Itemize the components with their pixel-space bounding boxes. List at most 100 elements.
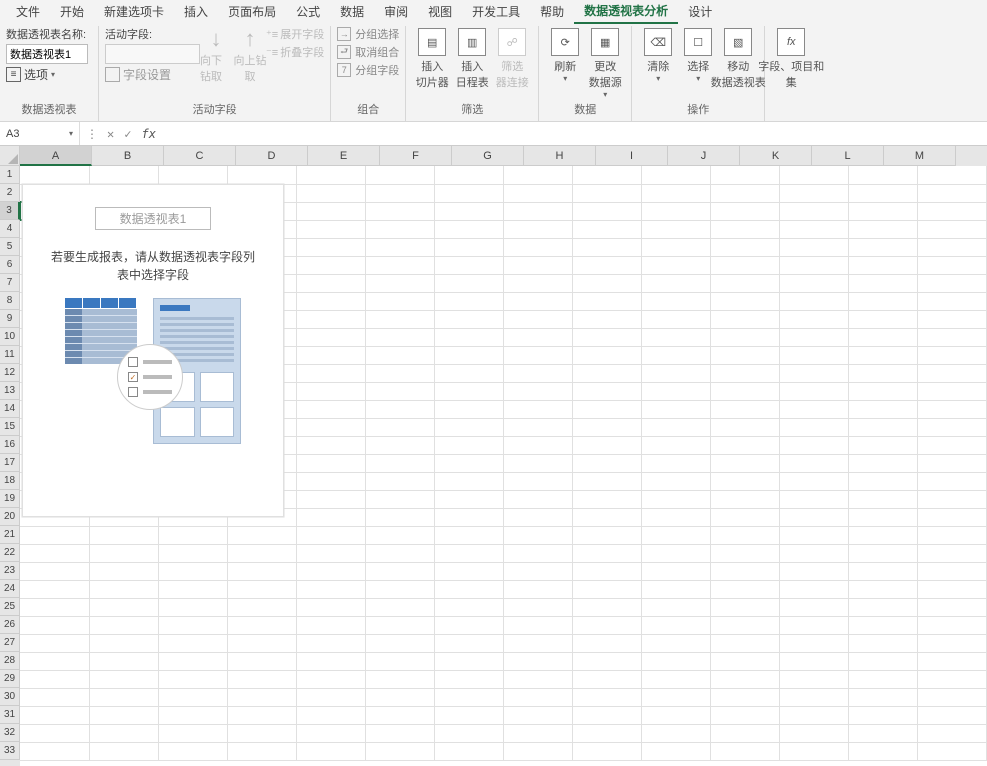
col-header[interactable]: L — [812, 146, 884, 166]
col-header[interactable]: I — [596, 146, 668, 166]
row-header[interactable]: 15 — [0, 418, 20, 436]
group-field-icon: 7 — [337, 63, 351, 77]
group-active-field: 活动字段: 字段设置 ↓ 向下钻取 ↑ 向上钻 取 ⁺≡展开字段 — [99, 26, 331, 121]
group-sel-icon: → — [337, 27, 351, 41]
field-settings-button[interactable]: 字段设置 — [105, 66, 200, 83]
tab-0[interactable]: 文件 — [6, 0, 50, 23]
column-headers[interactable]: ABCDEFGHIJKLM — [20, 146, 987, 166]
tab-11[interactable]: 数据透视表分析 — [574, 0, 678, 24]
col-header[interactable]: A — [20, 146, 92, 166]
row-header[interactable]: 11 — [0, 346, 20, 364]
pivot-placeholder-msg: 若要生成报表，请从数据透视表字段列 表中选择字段 — [51, 248, 255, 284]
filter-connections-button: ☍ 筛选 器连接 — [492, 26, 532, 90]
row-header[interactable]: 6 — [0, 256, 20, 274]
row-header[interactable]: 19 — [0, 490, 20, 508]
group-field-button: 7分组字段 — [337, 62, 399, 78]
ribbon: 数据透视表名称: ≡ 选项 ▾ 数据透视表 活动字段: 字段设置 — [0, 22, 987, 122]
chevron-down-icon: ▾ — [69, 129, 73, 138]
row-header[interactable]: 16 — [0, 436, 20, 454]
row-header[interactable]: 30 — [0, 688, 20, 706]
tab-10[interactable]: 帮助 — [530, 0, 574, 23]
tab-6[interactable]: 数据 — [330, 0, 374, 23]
group-selection-button: →分组选择 — [337, 26, 399, 42]
row-header[interactable]: 20 — [0, 508, 20, 526]
chevron-down-icon: ▾ — [603, 90, 607, 99]
row-header[interactable]: 9 — [0, 310, 20, 328]
row-header[interactable]: 32 — [0, 724, 20, 742]
row-header[interactable]: 21 — [0, 526, 20, 544]
row-headers[interactable]: 1234567891011121314151617181920212223242… — [0, 166, 20, 766]
options-button[interactable]: ≡ 选项 ▾ — [6, 66, 92, 83]
clear-button[interactable]: ⌫ 清除 ▾ — [638, 26, 678, 83]
row-header[interactable]: 1 — [0, 166, 20, 184]
tab-7[interactable]: 审阅 — [374, 0, 418, 23]
tab-12[interactable]: 设计 — [678, 0, 722, 23]
col-header[interactable]: J — [668, 146, 740, 166]
tab-1[interactable]: 开始 — [50, 0, 94, 23]
active-field-box[interactable] — [105, 44, 200, 64]
active-field-label: 活动字段: — [105, 26, 200, 42]
row-header[interactable]: 10 — [0, 328, 20, 346]
tab-5[interactable]: 公式 — [286, 0, 330, 23]
row-header[interactable]: 8 — [0, 292, 20, 310]
pivot-name-input[interactable] — [6, 44, 88, 64]
row-header[interactable]: 4 — [0, 220, 20, 238]
row-header[interactable]: 24 — [0, 580, 20, 598]
row-header[interactable]: 13 — [0, 382, 20, 400]
row-header[interactable]: 31 — [0, 706, 20, 724]
col-header[interactable]: K — [740, 146, 812, 166]
row-header[interactable]: 25 — [0, 598, 20, 616]
refresh-button[interactable]: ⟳ 刷新 ▾ — [545, 26, 585, 83]
slicer-icon: ▤ — [418, 28, 446, 56]
confirm-icon[interactable]: ✓ — [124, 127, 131, 141]
row-header[interactable]: 3 — [0, 202, 20, 220]
fields-items-sets-button[interactable]: fx 字段、项目和 集 — [771, 26, 811, 90]
col-header[interactable]: H — [524, 146, 596, 166]
select-all-corner[interactable] — [0, 146, 20, 166]
tab-3[interactable]: 插入 — [174, 0, 218, 23]
menu-tabs: 文件开始新建选项卡插入页面布局公式数据审阅视图开发工具帮助数据透视表分析设计 — [0, 0, 987, 22]
tab-8[interactable]: 视图 — [418, 0, 462, 23]
col-header[interactable]: M — [884, 146, 956, 166]
tab-4[interactable]: 页面布局 — [218, 0, 286, 23]
cancel-icon[interactable]: ✕ — [107, 127, 114, 141]
change-source-icon: ▦ — [591, 28, 619, 56]
row-header[interactable]: 26 — [0, 616, 20, 634]
tab-9[interactable]: 开发工具 — [462, 0, 530, 23]
col-header[interactable]: E — [308, 146, 380, 166]
col-header[interactable]: C — [164, 146, 236, 166]
insert-timeline-button[interactable]: ▥ 插入 日程表 — [452, 26, 492, 90]
expand-field-button: ⁺≡展开字段 — [266, 26, 324, 42]
pivot-placeholder-title: 数据透视表1 — [95, 207, 212, 230]
change-source-button[interactable]: ▦ 更改 数据源 ▾ — [585, 26, 625, 99]
row-header[interactable]: 33 — [0, 742, 20, 760]
row-header[interactable]: 14 — [0, 400, 20, 418]
filter-conn-icon: ☍ — [498, 28, 526, 56]
move-pivot-button[interactable]: ▧ 移动 数据透视表 — [718, 26, 758, 90]
field-settings-icon — [105, 67, 120, 82]
group-calc: fx 字段、项目和 集 — [765, 26, 817, 121]
row-header[interactable]: 27 — [0, 634, 20, 652]
col-header[interactable]: F — [380, 146, 452, 166]
row-header[interactable]: 28 — [0, 652, 20, 670]
row-header[interactable]: 18 — [0, 472, 20, 490]
row-header[interactable]: 23 — [0, 562, 20, 580]
spreadsheet-grid[interactable]: ABCDEFGHIJKLM 12345678910111213141516171… — [0, 146, 987, 766]
expand-bar-icon[interactable]: ⋮ — [86, 127, 97, 141]
col-header[interactable]: G — [452, 146, 524, 166]
col-header[interactable]: D — [236, 146, 308, 166]
name-box[interactable]: A3 ▾ — [0, 122, 80, 145]
col-header[interactable]: B — [92, 146, 164, 166]
row-header[interactable]: 5 — [0, 238, 20, 256]
row-header[interactable]: 7 — [0, 274, 20, 292]
tab-2[interactable]: 新建选项卡 — [94, 0, 174, 23]
row-header[interactable]: 12 — [0, 364, 20, 382]
row-header[interactable]: 22 — [0, 544, 20, 562]
row-header[interactable]: 17 — [0, 454, 20, 472]
row-header[interactable]: 29 — [0, 670, 20, 688]
insert-slicer-button[interactable]: ▤ 插入 切片器 — [412, 26, 452, 90]
fx-icon[interactable]: fx — [141, 127, 155, 141]
row-header[interactable]: 2 — [0, 184, 20, 202]
pivot-placeholder[interactable]: 数据透视表1 若要生成报表，请从数据透视表字段列 表中选择字段 — [22, 184, 284, 517]
refresh-icon: ⟳ — [551, 28, 579, 56]
